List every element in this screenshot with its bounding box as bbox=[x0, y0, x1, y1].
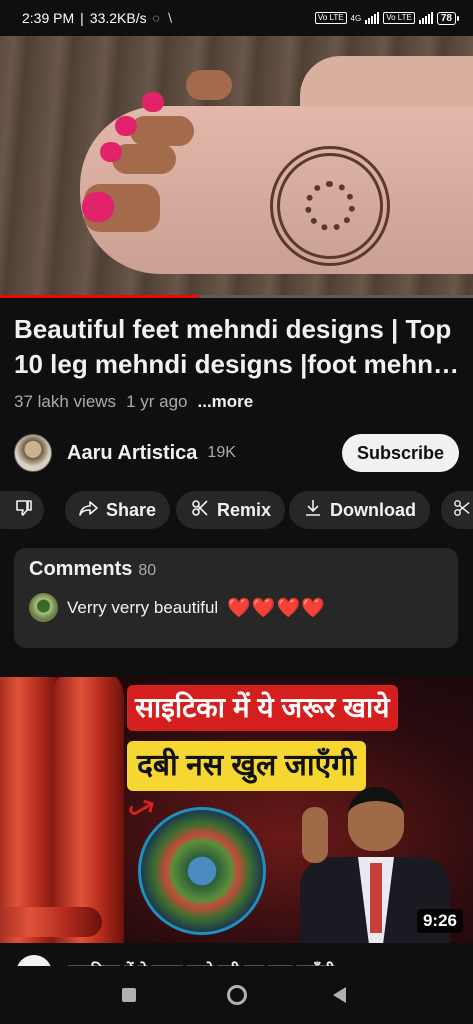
top-comment: Verry verry beautiful ❤️❤️❤️❤️ bbox=[29, 593, 443, 622]
download-icon bbox=[303, 498, 323, 523]
channel-avatar[interactable] bbox=[14, 434, 52, 472]
download-label: Download bbox=[330, 499, 416, 520]
status-bar: 2:39 PM | 33.2KB/s ◌ ∖ Vo LTE 4G Vo LTE … bbox=[0, 0, 473, 36]
network-speed: 33.2KB/s bbox=[89, 10, 147, 26]
notification-icon: ∖ bbox=[165, 11, 174, 25]
scissors-icon bbox=[453, 499, 471, 522]
comments-card[interactable]: Comments 80 Verry verry beautiful ❤️❤️❤️… bbox=[14, 548, 458, 648]
network-type-label: 4G bbox=[350, 13, 362, 23]
thumbnail-text-line2: दबी नस खुल जाएँगी bbox=[127, 741, 366, 791]
thumbnail-text-line1: साइटिका में ये जरूर खाये bbox=[127, 685, 398, 731]
channel-row: Aaru Artistica 19K Subscribe bbox=[14, 433, 459, 473]
system-nav-bar bbox=[0, 966, 473, 1024]
comment-text: Verry verry beautiful bbox=[67, 597, 219, 617]
video-progress-fill bbox=[0, 295, 199, 298]
food-plate-graphic bbox=[138, 807, 266, 935]
home-button[interactable] bbox=[227, 985, 247, 1005]
signal-icon-2 bbox=[418, 12, 433, 24]
commenter-avatar bbox=[29, 593, 58, 622]
whatsapp-icon: ◌ bbox=[152, 11, 160, 25]
share-label: Share bbox=[106, 499, 157, 520]
volte-icon-2: Vo LTE bbox=[383, 12, 415, 24]
clip-button[interactable] bbox=[441, 491, 473, 529]
thumbs-down-icon bbox=[14, 498, 34, 523]
subscribe-button[interactable]: Subscribe bbox=[341, 434, 459, 472]
video-meta[interactable]: 37 lakh views 1 yr ago ...more bbox=[14, 392, 253, 412]
video-duration: 9:26 bbox=[416, 909, 463, 933]
action-bar: Share Remix Download bbox=[0, 491, 473, 529]
comments-count: 80 bbox=[138, 562, 157, 579]
heart-emojis: ❤️❤️❤️❤️ bbox=[227, 597, 326, 619]
share-icon bbox=[79, 498, 99, 523]
remix-icon bbox=[190, 498, 210, 523]
video-progress-bar[interactable] bbox=[0, 295, 473, 298]
view-count: 37 lakh views bbox=[14, 392, 117, 411]
video-title[interactable]: Beautiful feet mehndi designs | Top 10 l… bbox=[14, 312, 464, 382]
remix-label: Remix bbox=[217, 499, 272, 520]
more-link[interactable]: ...more bbox=[198, 392, 254, 412]
upload-age: 1 yr ago bbox=[126, 392, 188, 411]
dislike-button[interactable] bbox=[0, 491, 44, 529]
battery-level: 78 bbox=[436, 11, 456, 25]
channel-name[interactable]: Aaru Artistica bbox=[67, 442, 197, 465]
recents-button[interactable] bbox=[122, 988, 136, 1002]
download-button[interactable]: Download bbox=[289, 491, 430, 529]
volte-icon: Vo LTE bbox=[314, 12, 347, 24]
battery-icon: 78 bbox=[436, 11, 459, 25]
subscriber-count: 19K bbox=[207, 444, 236, 461]
status-time: 2:39 PM bbox=[22, 10, 75, 26]
comments-label: Comments bbox=[29, 558, 133, 580]
video-player[interactable] bbox=[0, 36, 473, 298]
next-video-thumbnail[interactable]: साइटिका में ये जरूर खाये दबी नस खुल जाएँ… bbox=[0, 677, 473, 943]
share-button[interactable]: Share bbox=[65, 491, 171, 529]
remix-button[interactable]: Remix bbox=[176, 491, 286, 529]
signal-icon bbox=[365, 12, 380, 24]
back-button[interactable] bbox=[333, 987, 346, 1003]
